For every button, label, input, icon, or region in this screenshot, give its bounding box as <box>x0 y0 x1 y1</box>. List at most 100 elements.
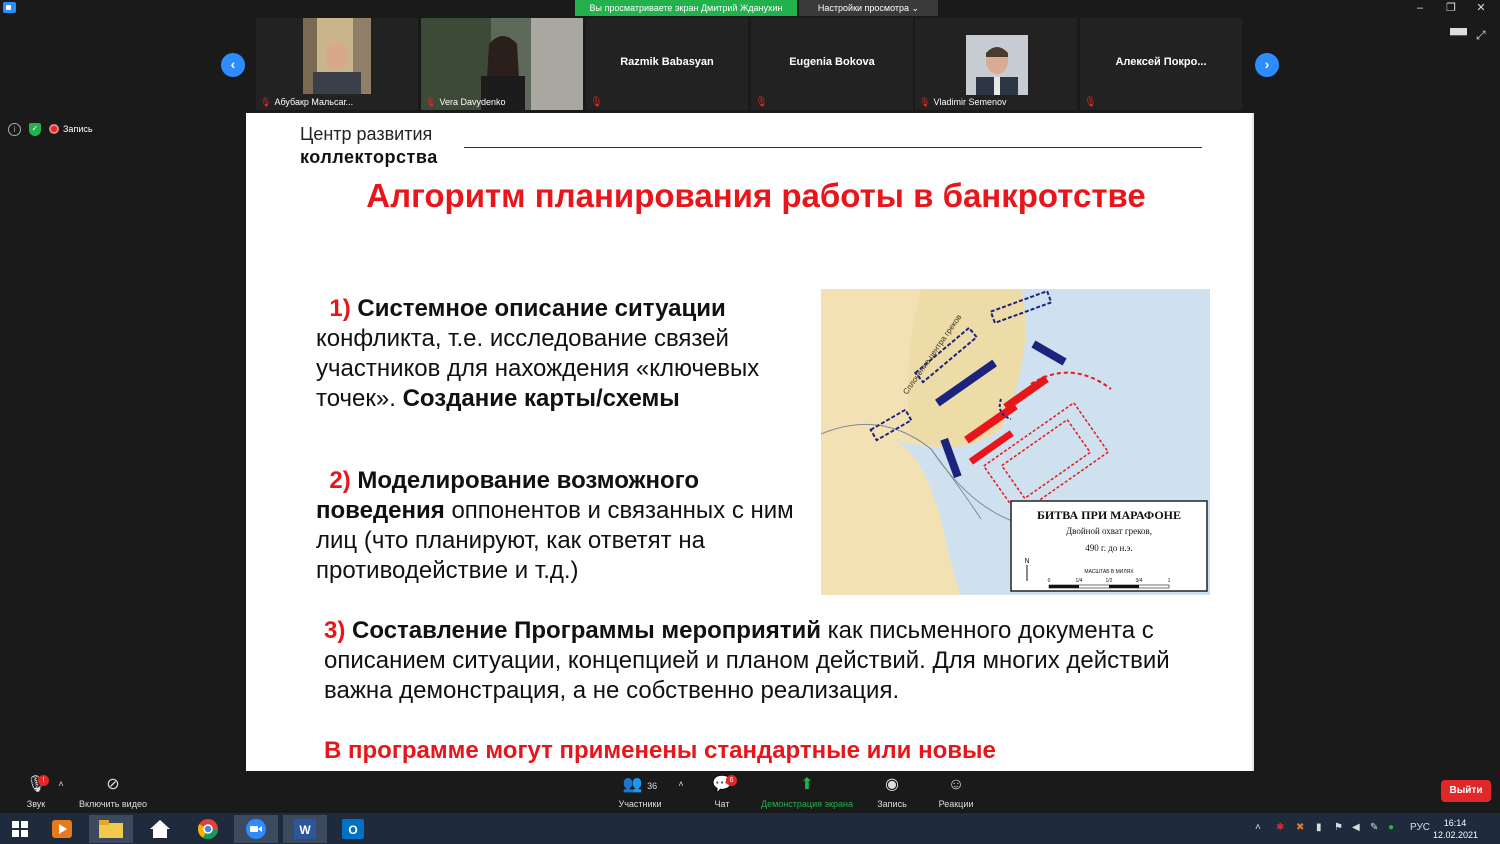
participant-video <box>966 35 1028 95</box>
start-button[interactable] <box>0 815 40 843</box>
logo-line2: коллекторства <box>300 147 438 167</box>
mic-muted-icon: 🎙 <box>425 97 437 107</box>
p1-number: 1) <box>329 295 351 322</box>
info-icon[interactable]: i <box>8 122 21 136</box>
logo-line1: Центр развития <box>300 124 433 144</box>
mic-muted-icon: 🎙 <box>1084 97 1097 108</box>
video-off-icon: ⊘ <box>106 776 120 793</box>
zoom-icon <box>246 819 266 839</box>
scale-tick: 1/2 <box>1106 578 1113 584</box>
participant-name: Алексей Покро... <box>1115 56 1207 68</box>
participant-tile[interactable]: 🎙 Vladimir Semenov <box>915 18 1077 110</box>
fullscreen-icon[interactable]: ⤢ <box>1476 28 1486 43</box>
strip-prev-button[interactable]: ‹ <box>221 53 245 77</box>
chat-button[interactable]: 💬 6 Чат <box>706 775 738 809</box>
participant-name: Eugenia Bokova <box>789 56 875 68</box>
p1-bold: Системное описание ситуации <box>357 295 726 322</box>
tray-security-icon[interactable]: ● <box>1388 822 1394 833</box>
paragraph-1: 1) Системное описание ситуации конфликта… <box>316 294 816 414</box>
participant-tile[interactable]: 🎙 Vera Davydenko <box>421 18 583 110</box>
taskbar-chrome[interactable] <box>186 815 230 843</box>
clock-time: 16:14 <box>1443 818 1467 828</box>
participants-icon: 👥 36 <box>622 776 658 793</box>
video-strip: ‹ 🎙Абубакр Мальсаг... 🎙Vera Davydenko <box>0 18 1500 112</box>
participant-name: Razmik Babasyan <box>620 56 714 68</box>
tray-pen-icon[interactable]: ✎ <box>1370 822 1378 833</box>
audio-options-caret[interactable]: ˄ <box>56 779 66 789</box>
title-bar: Вы просматриваете экран Дмитрий Жданухин… <box>0 0 1500 16</box>
input-language[interactable]: РУС <box>1410 822 1430 833</box>
tray-expand-icon[interactable]: ˄ <box>1255 822 1261 833</box>
participant-tile[interactable]: Eugenia Bokova 🎙 <box>751 18 913 110</box>
gallery-view-icon[interactable]: ▀▀ <box>1450 28 1467 42</box>
participant-name: 🎙 Vera Davydenko <box>425 97 506 107</box>
taskbar-word[interactable]: W <box>283 815 327 843</box>
participants-count: 36 <box>647 781 658 791</box>
participant-video <box>303 18 371 94</box>
record-label: Запись <box>877 799 907 809</box>
mic-muted-icon: 🎙 <box>755 97 768 108</box>
record-icon: ◉ <box>885 776 899 793</box>
windows-icon <box>12 821 28 837</box>
security-shield-icon[interactable]: ✓ <box>29 122 41 136</box>
participants-button[interactable]: 👥 36 Участники <box>612 775 668 809</box>
video-button[interactable]: ⊘ Включить видео <box>74 775 152 809</box>
home-icon <box>150 820 170 838</box>
folder-icon <box>99 820 123 838</box>
p3-bold: Составление Программы мероприятий <box>352 617 821 644</box>
audio-label: Звук <box>26 799 46 809</box>
scale-tick: 1/4 <box>1076 578 1083 584</box>
audio-button[interactable]: 🎙 ! Звук <box>20 775 52 809</box>
system-clock[interactable]: 16:14 12.02.2021 <box>1433 817 1478 841</box>
minimize-button[interactable]: – <box>1406 0 1434 16</box>
record-button[interactable]: ◉ Запись <box>872 775 912 809</box>
close-button[interactable]: ✕ <box>1467 0 1495 16</box>
audio-alert-badge: ! <box>38 775 49 786</box>
participant-tile[interactable]: Алексей Покро... 🎙 <box>1080 18 1242 110</box>
map-date: 490 г. до н.э. <box>1085 543 1132 553</box>
share-screen-button[interactable]: ⬆ Демонстрация экрана <box>756 775 858 809</box>
recording-dot-icon <box>49 124 59 134</box>
taskbar-media-player[interactable] <box>40 815 84 843</box>
paragraph-3: 3) Составление Программы мероприятий как… <box>324 616 1204 706</box>
reactions-icon: ☺ <box>947 776 965 793</box>
svg-text:O: O <box>348 823 357 837</box>
media-player-icon <box>52 820 72 838</box>
tray-app-icon[interactable]: ✖ <box>1296 822 1304 833</box>
mic-muted-icon: 🎙 <box>260 97 272 107</box>
recording-label: Запись <box>63 124 93 134</box>
participant-name: 🎙 Vladimir Semenov <box>919 97 1007 107</box>
word-icon: W <box>294 819 316 839</box>
tray-flag-icon[interactable]: ⚑ <box>1334 822 1343 833</box>
taskbar-zoom[interactable] <box>234 815 278 843</box>
taskbar-outlook[interactable]: O <box>331 815 375 843</box>
paragraph-3-red: В программе могут применены стандартные … <box>324 737 996 764</box>
restore-button[interactable]: ❐ <box>1437 0 1465 16</box>
slide-edge <box>1252 113 1254 771</box>
map-scale-label: МАСШТАБ В МИЛЯХ <box>1084 569 1134 575</box>
leave-button[interactable]: Выйти <box>1441 780 1491 802</box>
video-label: Включить видео <box>79 799 147 809</box>
tray-antivirus-icon[interactable]: ✱ <box>1276 822 1284 833</box>
participant-tile[interactable]: 🎙 Абубакр Мальсаг... <box>256 18 418 110</box>
tray-volume-icon[interactable]: ◀ <box>1352 822 1360 833</box>
p1-bold2: Создание карты/схемы <box>402 385 680 412</box>
strip-next-button[interactable]: › <box>1255 53 1279 77</box>
zoom-window: Вы просматриваете экран Дмитрий Жданухин… <box>0 0 1500 844</box>
taskbar-home[interactable] <box>138 815 182 843</box>
view-options-button[interactable]: Настройки просмотра ⌄ <box>799 0 938 16</box>
meeting-status: i ✓ Запись <box>8 122 93 136</box>
scale-tick: 1 <box>1168 578 1171 584</box>
windows-taskbar: W O ˄ ✱ ✖ ▮ ⚑ ◀ ✎ ● РУС 16:14 12.02.2021 <box>0 813 1500 844</box>
participant-tile[interactable]: Razmik Babasyan 🎙 <box>586 18 748 110</box>
taskbar-explorer[interactable] <box>89 815 133 843</box>
participants-options-caret[interactable]: ˄ <box>676 779 686 789</box>
recording-indicator: Запись <box>49 124 93 134</box>
p2-number: 2) <box>329 467 351 494</box>
tray-network-icon[interactable]: ▮ <box>1316 822 1322 833</box>
reactions-button[interactable]: ☺ Реакции <box>934 775 978 809</box>
participant-name: 🎙 Абубакр Мальсаг... <box>260 97 354 107</box>
mic-muted-icon: 🎙 <box>590 97 603 108</box>
map-subtitle: Двойной охват греков, <box>1066 526 1152 536</box>
logo-divider <box>464 147 1202 148</box>
